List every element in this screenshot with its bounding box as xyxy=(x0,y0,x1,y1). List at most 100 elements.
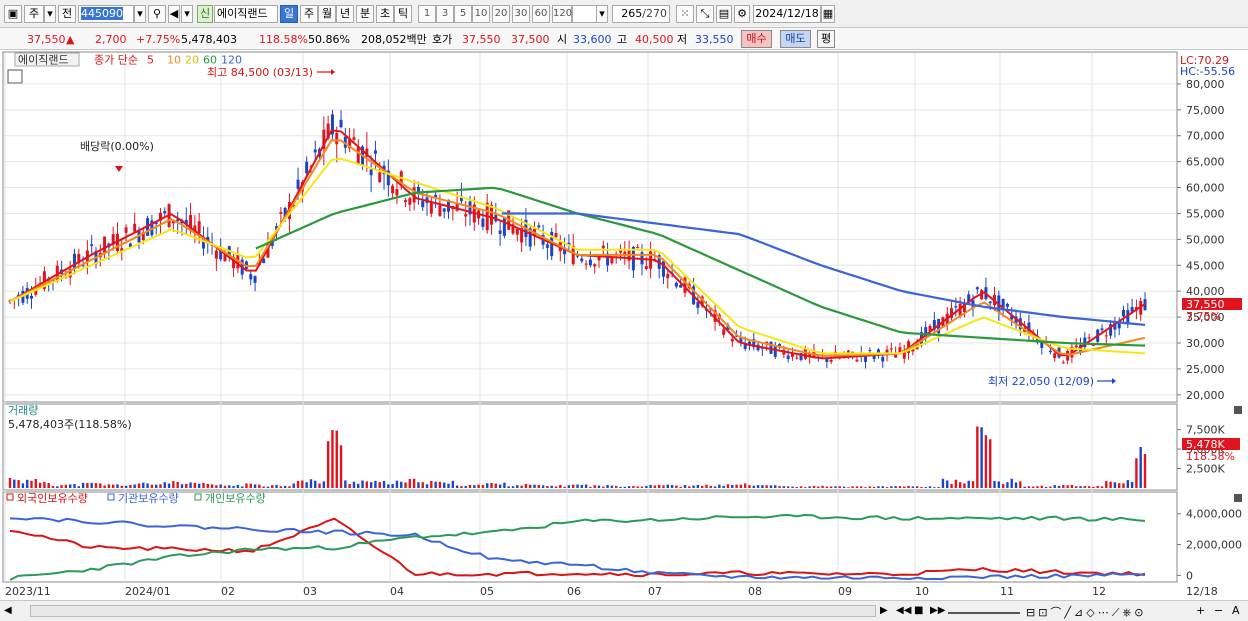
minute-tab-30[interactable]: 30 xyxy=(512,5,530,23)
rewind-icon[interactable]: ◀◀ xyxy=(896,605,911,616)
stock-code-input[interactable]: 445090 xyxy=(78,5,134,23)
volume-bar-200 xyxy=(868,486,872,488)
volume-bar-52 xyxy=(232,485,235,488)
period-tab-0[interactable]: 일 xyxy=(280,5,298,23)
save-icon[interactable]: ▤ xyxy=(716,5,732,23)
bid-price: 37,500 xyxy=(511,33,550,46)
period-tab-5[interactable]: 초 xyxy=(376,5,394,23)
volume-bar-19 xyxy=(90,482,93,488)
speaker-dropdown-icon[interactable]: ▾ xyxy=(181,5,193,23)
volume-bar-32 xyxy=(146,483,149,488)
volume-bar-225 xyxy=(976,426,979,488)
date-axis-label-3: 03 xyxy=(303,585,317,598)
gear-icon[interactable]: ⚙ xyxy=(734,5,750,23)
candle-body-140 xyxy=(610,257,614,264)
period-tab-6[interactable]: 틱 xyxy=(394,5,412,23)
scroll-right-icon[interactable]: ▶ xyxy=(880,605,888,616)
trade-volume: 5,478,403 xyxy=(181,33,237,46)
drawing-tools-icons[interactable]: ⊟⊡⌒╱⊿◇⋯⟋⎈⊙ xyxy=(1026,604,1146,620)
candle-body-85 xyxy=(373,150,377,154)
volume-bar-1 xyxy=(13,479,16,488)
period-tab-3[interactable]: 년 xyxy=(336,5,354,23)
minute-tab-3[interactable]: 3 xyxy=(436,5,454,23)
volume-bar-172 xyxy=(748,485,751,488)
volume-bar-129 xyxy=(563,486,566,488)
volume-bar-47 xyxy=(210,484,214,488)
candle-body-90 xyxy=(395,189,399,196)
volume-bar-21 xyxy=(99,483,102,488)
holdings-panel-close-icon[interactable] xyxy=(1234,494,1242,502)
volume-bar-104 xyxy=(455,485,459,488)
price-axis-label-5: 55,000 xyxy=(1186,207,1225,220)
stop-icon[interactable]: ■ xyxy=(914,605,923,616)
volume-bar-241 xyxy=(1044,486,1048,488)
date-field[interactable]: 2024/12/18 xyxy=(753,5,821,23)
zoom-slider[interactable] xyxy=(948,608,1020,614)
scroll-track[interactable] xyxy=(30,605,876,617)
candle-body-22 xyxy=(103,236,107,254)
volume-bar-196 xyxy=(851,486,854,488)
candle-body-127 xyxy=(554,233,558,237)
period-tab-2[interactable]: 월 xyxy=(318,5,336,23)
volume-bar-89 xyxy=(391,484,394,488)
open-label: 시 xyxy=(557,33,568,46)
stock-chart[interactable]: 에이직랜드 종가 단순 5 10 20 60 120 LC:70.29 HC:-… xyxy=(0,50,1248,600)
market-mode-dropdown-icon[interactable]: ▾ xyxy=(44,5,56,23)
minute-tab-60[interactable]: 60 xyxy=(532,5,550,23)
stock-name-field[interactable]: 에이직랜드 xyxy=(214,5,278,23)
minute-tab-5[interactable]: 5 xyxy=(454,5,472,23)
minute-dropdown-icon[interactable]: ▾ xyxy=(596,5,608,23)
volume-bar-117 xyxy=(511,486,515,488)
volume-bar-226 xyxy=(980,427,983,488)
minute-tab-10[interactable]: 10 xyxy=(472,5,490,23)
candle-body-183 xyxy=(795,357,799,359)
stock-name-value: 에이직랜드 xyxy=(217,7,268,20)
period-mode-select[interactable]: 전 xyxy=(58,5,76,23)
holdings-axis-label-0: 4,000,000 xyxy=(1186,508,1242,521)
volume-bar-173 xyxy=(752,485,755,488)
volume-bar-238 xyxy=(1032,486,1035,488)
minute-tab-1[interactable]: 1 xyxy=(418,5,436,23)
candle-body-89 xyxy=(391,185,395,194)
calendar-icon[interactable]: ▦ xyxy=(821,5,835,23)
grid-settings-icon[interactable]: ⁙ xyxy=(676,5,694,23)
volume-title: 거래량 xyxy=(8,404,38,417)
volume-panel-close-icon[interactable] xyxy=(1234,406,1242,414)
volume-bar-178 xyxy=(774,485,777,488)
average-button[interactable]: 평 xyxy=(817,30,835,48)
volume-bar-154 xyxy=(670,485,674,488)
candle-body-96 xyxy=(421,200,425,208)
volume-bar-257 xyxy=(1113,482,1117,488)
sell-button[interactable]: 매도 xyxy=(780,30,811,48)
volume-bar-264 xyxy=(1143,454,1147,488)
scroll-left-icon[interactable]: ◀ xyxy=(4,605,12,616)
stock-label: 에이직랜드 xyxy=(18,54,69,67)
volume-bar-28 xyxy=(129,484,132,488)
expand-icon[interactable]: ⤡ xyxy=(696,5,714,23)
search-icon[interactable]: ⚲ xyxy=(148,5,166,23)
candle-body-115 xyxy=(502,217,506,236)
speaker-icon[interactable]: ◀ xyxy=(168,5,180,23)
volume-bar-72 xyxy=(318,483,321,488)
zoom-out-icon[interactable]: − xyxy=(1214,604,1223,617)
buy-button[interactable]: 매수 xyxy=(741,30,772,48)
candle-body-225 xyxy=(975,287,979,290)
date-axis-label-10: 10 xyxy=(915,585,929,598)
calculator-icon[interactable] xyxy=(7,69,23,84)
font-size-icon[interactable]: A xyxy=(1232,604,1240,617)
count-field[interactable]: 265/270 xyxy=(612,5,670,23)
minute-tab-120[interactable]: 120 xyxy=(552,5,572,23)
volume-bar-110 xyxy=(481,485,485,488)
window-menu-icon[interactable]: ▣ xyxy=(4,5,22,23)
volume-bar-125 xyxy=(546,486,549,488)
minute-tab-20[interactable]: 20 xyxy=(492,5,510,23)
current-price: 37,550 xyxy=(27,33,66,46)
volume-bar-186 xyxy=(808,486,811,488)
period-tab-4[interactable]: 분 xyxy=(356,5,374,23)
zoom-in-icon[interactable]: + xyxy=(1196,604,1205,617)
fast-forward-icon[interactable]: ▶▶ xyxy=(930,605,945,616)
period-tab-1[interactable]: 주 xyxy=(300,5,318,23)
candle-body-220 xyxy=(954,306,958,308)
market-mode-select[interactable]: 주 xyxy=(24,5,44,23)
code-dropdown-icon[interactable]: ▾ xyxy=(134,5,146,23)
